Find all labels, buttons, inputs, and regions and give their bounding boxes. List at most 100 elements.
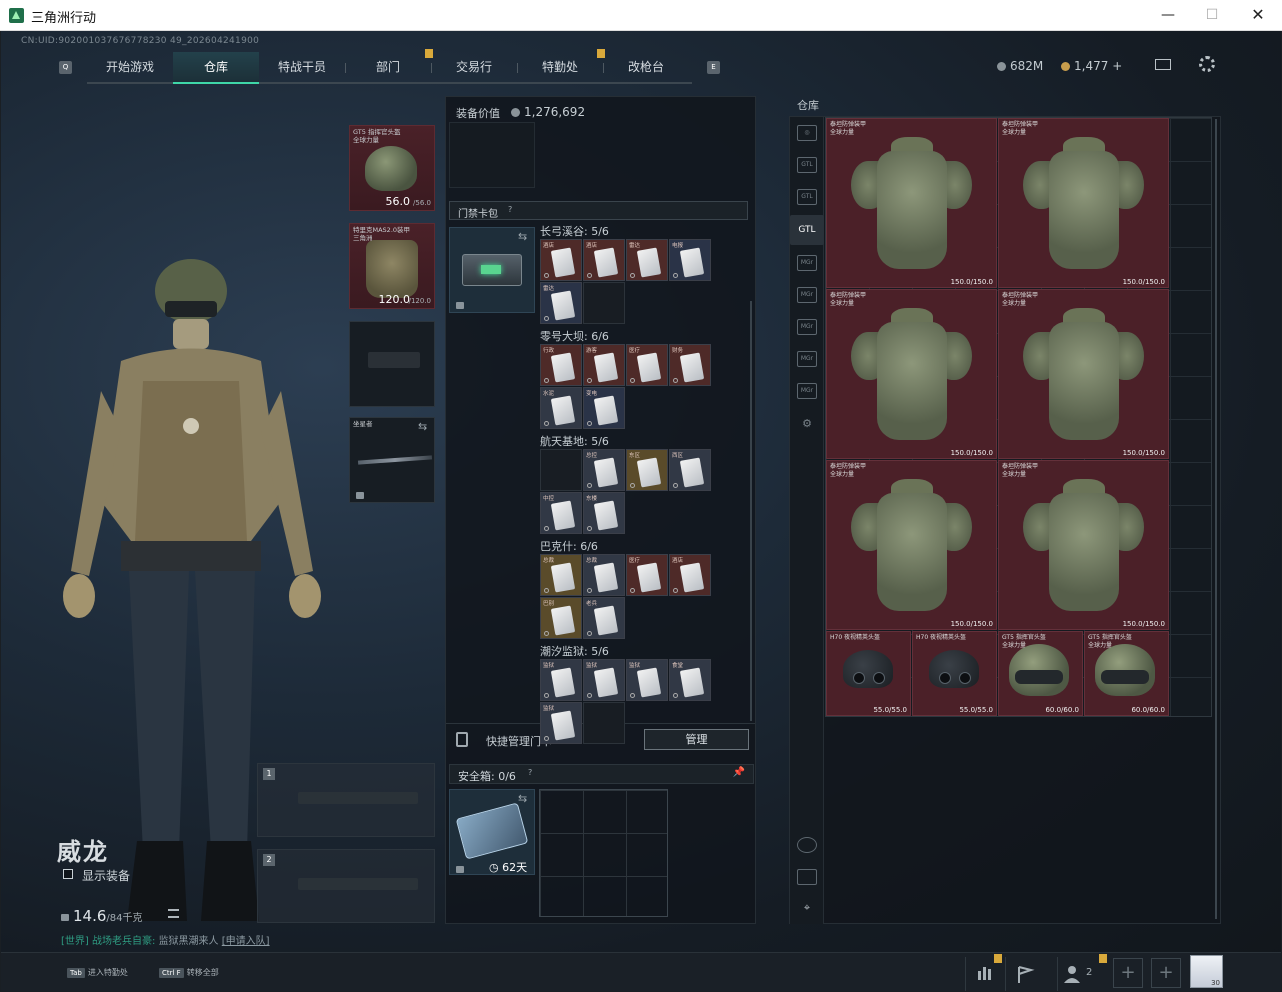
keycard-item[interactable]: 总裁 <box>540 554 582 596</box>
secondary-weapon-slot[interactable]: 2 <box>257 849 435 923</box>
category-icon[interactable]: MGr <box>797 319 817 335</box>
keycard-item[interactable]: 财务 <box>669 344 711 386</box>
keycard-item[interactable]: 酒店 <box>669 554 711 596</box>
sort-icon[interactable] <box>797 837 817 853</box>
keycard-item[interactable]: 雷达 <box>540 282 582 324</box>
tab-warehouse[interactable]: 仓库 <box>173 52 259 84</box>
armor-item[interactable]: 泰坦防弹装甲 全球力量 150.0/150.0 <box>998 118 1169 288</box>
keycard-item[interactable]: 总裁 <box>583 554 625 596</box>
manage-button[interactable]: 管理 <box>644 729 749 750</box>
avatar[interactable]: 30 <box>1190 955 1223 988</box>
keycard-item[interactable]: 监狱 <box>540 659 582 701</box>
join-team-link[interactable]: [申请入队] <box>222 936 270 947</box>
mail-icon[interactable] <box>1155 59 1171 70</box>
keycard-label: 东区 <box>629 453 641 459</box>
helmet-item[interactable]: H70 夜视精英头盔 55.0/55.0 <box>912 631 997 716</box>
armor-item[interactable]: 泰坦防弹装甲 全球力量 150.0/150.0 <box>826 118 997 288</box>
swap-icon[interactable]: ⇆ <box>418 420 427 433</box>
keycard-item[interactable]: 东楼 <box>583 492 625 534</box>
melee-slot[interactable]: 坐星者 ⇆ <box>349 417 435 503</box>
tab-special-ops[interactable]: 特勤处 <box>517 52 603 84</box>
keycard-item[interactable]: 游客 <box>583 344 625 386</box>
tab-gunsmith[interactable]: 改枪台 <box>603 52 689 84</box>
minimize-button[interactable]: — <box>1148 4 1188 26</box>
item-durability: 60.0/60.0 <box>1045 706 1079 714</box>
keycard-item[interactable]: 巴别 <box>540 597 582 639</box>
keycard-item[interactable]: 医疗 <box>626 554 668 596</box>
filter-icon[interactable]: ⌖ <box>797 901 817 917</box>
keycard-item[interactable] <box>540 449 582 491</box>
armor-item[interactable]: 泰坦防弹装甲 全球力量 150.0/150.0 <box>826 289 997 459</box>
category-icon[interactable]: MGr <box>797 255 817 271</box>
category-settings-icon[interactable]: ⚙ <box>797 417 817 433</box>
tab-operators[interactable]: 特战干员 <box>259 52 345 84</box>
show-equipment-checkbox[interactable] <box>63 869 73 879</box>
keycard-item[interactable]: 总控 <box>583 449 625 491</box>
keycard-item[interactable]: 电报 <box>669 239 711 281</box>
hint-special-ops[interactable]: Tab 进入特勤处 <box>67 967 128 978</box>
add-gold-button[interactable]: + <box>1112 59 1122 73</box>
list-icon[interactable] <box>168 909 179 918</box>
armor-item[interactable]: 泰坦防弹装甲 全球力量 150.0/150.0 <box>998 289 1169 459</box>
primary-weapon-slot[interactable]: 1 <box>257 763 435 837</box>
close-button[interactable]: ✕ <box>1238 4 1278 26</box>
keycard-item[interactable]: 行政 <box>540 344 582 386</box>
armor-item[interactable]: 泰坦防弹装甲 全球力量 150.0/150.0 <box>998 460 1169 630</box>
pistol-slot[interactable] <box>349 321 435 407</box>
swap-icon[interactable]: ⇆ <box>518 792 527 805</box>
category-armor-icon[interactable]: GTL <box>790 215 824 245</box>
nav-next-key[interactable]: E <box>707 61 720 74</box>
keycard-item[interactable]: 变电 <box>583 387 625 429</box>
keycard-item[interactable]: 水泥 <box>540 387 582 429</box>
flag-icon[interactable] <box>1005 957 1043 991</box>
backpack-slot[interactable] <box>449 122 535 188</box>
category-all-icon[interactable]: ◎ <box>797 125 817 141</box>
keycard-item[interactable]: 监狱 <box>626 659 668 701</box>
keycard-item[interactable]: 医疗 <box>626 344 668 386</box>
tab-trading[interactable]: 交易行 <box>431 52 517 84</box>
keycard-item[interactable]: 老兵 <box>583 597 625 639</box>
helmet-slot[interactable]: GT5 指挥官头盔 全球力量 56.0 /56.0 <box>349 125 435 211</box>
keycard-item[interactable]: 食堂 <box>669 659 711 701</box>
category-icon[interactable]: MGr <box>797 351 817 367</box>
armor-slot[interactable]: 特里克MAS2.0装甲 三角洲 120.0 /120.0 <box>349 223 435 309</box>
pin-icon[interactable]: 📌 <box>733 767 745 778</box>
layers-icon[interactable] <box>797 869 817 885</box>
keycard-item[interactable]: 西区 <box>669 449 711 491</box>
keycard-item[interactable]: 雷达 <box>626 239 668 281</box>
keycard-case[interactable]: ⇆ <box>449 227 535 313</box>
keycard-item[interactable]: 监狱 <box>583 659 625 701</box>
gold-currency[interactable]: 1,477 + <box>1061 59 1122 73</box>
add-teammate-button-2[interactable]: + <box>1151 958 1181 988</box>
safe-box-grid[interactable] <box>539 789 668 917</box>
armor-item[interactable]: 泰坦防弹装甲 全球力量 150.0/150.0 <box>826 460 997 630</box>
maximize-button[interactable]: ☐ <box>1192 4 1232 26</box>
hint-transfer-all[interactable]: Ctrl F 转移全部 <box>159 967 219 978</box>
armor-durability-max: /120.0 <box>408 297 431 305</box>
category-icon[interactable]: MGr <box>797 383 817 399</box>
empty-keycard-slot[interactable] <box>583 702 625 744</box>
found-in-raid-icon <box>544 378 549 383</box>
gear-icon[interactable] <box>1199 56 1215 72</box>
keycard-item[interactable]: 东区 <box>626 449 668 491</box>
warehouse-scrollbar[interactable] <box>1215 119 1217 919</box>
add-teammate-button-1[interactable]: + <box>1113 958 1143 988</box>
keycard-scrollbar[interactable] <box>750 301 752 721</box>
keycard-image <box>550 605 576 636</box>
helmet-item[interactable]: GT5 指挥官头盔 全球力量 60.0/60.0 <box>1084 631 1169 716</box>
helmet-item[interactable]: GT5 指挥官头盔 全球力量 60.0/60.0 <box>998 631 1083 716</box>
keycard-item[interactable]: 监狱 <box>540 702 582 744</box>
category-icon[interactable]: GTL <box>797 157 817 173</box>
tab-start-game[interactable]: 开始游戏 <box>87 52 173 84</box>
empty-keycard-slot[interactable] <box>583 282 625 324</box>
tab-department[interactable]: 部门 <box>345 52 431 84</box>
category-icon[interactable]: GTL <box>797 189 817 205</box>
swap-icon[interactable]: ⇆ <box>518 230 527 243</box>
keycard-item[interactable]: 酒店 <box>583 239 625 281</box>
helmet-item[interactable]: H70 夜视精英头盔 55.0/55.0 <box>826 631 911 716</box>
found-in-raid-icon <box>544 273 549 278</box>
keycard-item[interactable]: 酒店 <box>540 239 582 281</box>
keycard-item[interactable]: 中控 <box>540 492 582 534</box>
category-icon[interactable]: MGr <box>797 287 817 303</box>
nav-prev-key[interactable]: Q <box>59 61 72 74</box>
